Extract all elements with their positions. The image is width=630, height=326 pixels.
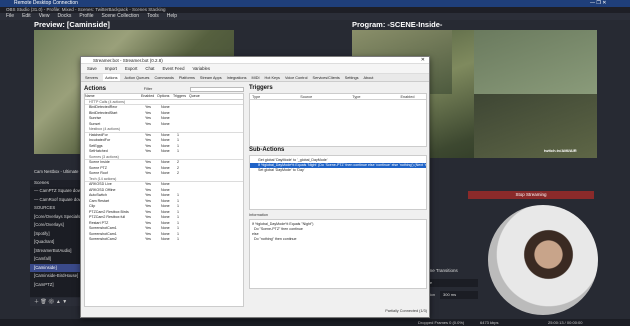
menu-edit[interactable]: Edit [22, 13, 31, 20]
sb-event-feed-button[interactable]: Event Feed [160, 66, 186, 71]
twitch-overlay-text: twitch.tv/AMI/AIR [544, 148, 577, 153]
tab-platforms[interactable]: Platforms [179, 74, 195, 81]
sb-import-button[interactable]: Import [103, 66, 119, 71]
rdp-title-bar: Remote Desktop Connection [0, 0, 630, 7]
sb-export-button[interactable]: Export [123, 66, 139, 71]
sb-connection-status: Partially Connected (1/3) [385, 309, 427, 313]
menu-tools[interactable]: Tools [147, 13, 159, 20]
duration-field[interactable]: 300 ms [440, 291, 478, 299]
column-header[interactable]: Options [157, 94, 173, 99]
action-cell [193, 171, 209, 177]
trigger-column-header[interactable]: Enabled [401, 94, 415, 99]
action-row[interactable]: ScreenshotCam2 Yes None 1 [85, 237, 243, 243]
tab-action-queues[interactable]: Action Queues [125, 74, 150, 81]
camera-label[interactable]: Cam Nestbox - Ultimate [34, 167, 79, 176]
actions-title: Actions [84, 86, 107, 92]
actions-pane: Actions Filter Name Enabled Options Trigger… [84, 85, 244, 310]
window-controls[interactable]: — ❐ ✕ [590, 0, 606, 6]
bitrate: 6473 kbps [480, 320, 499, 325]
tab-settings[interactable]: Settings [345, 74, 359, 81]
action-cell [193, 237, 209, 243]
streamerbot-window: Streamer.bot - Streamer.bot (0.2.8) ✕ Sa… [80, 56, 430, 318]
sub-actions-list: Get global 'DayMode' to '_global_DayMode… [249, 155, 427, 210]
action-cell [193, 149, 209, 155]
tab-stream-apps[interactable]: Stream Apps [200, 74, 222, 81]
column-header[interactable]: Enabled [141, 94, 157, 99]
action-cell: 1 [177, 237, 179, 241]
menu-profile[interactable]: Profile [79, 13, 93, 20]
action-cell: None [161, 171, 170, 175]
program-title: Program: -SCENE-Inside- [352, 20, 443, 29]
trigger-column-header[interactable]: Type [352, 94, 360, 99]
sb-variables-button[interactable]: Variables [190, 66, 212, 71]
menu-file[interactable]: File [6, 13, 14, 20]
action-cell [177, 122, 193, 128]
preview-title: Preview: [Caminside] [34, 20, 110, 29]
tab-actions[interactable]: Actions [103, 74, 120, 81]
action-cell: SetHatched [89, 149, 108, 153]
trigger-column-header[interactable]: Type [252, 94, 260, 99]
column-header[interactable]: Queue [189, 94, 205, 99]
sb-chat-button[interactable]: Chat [143, 66, 156, 71]
status-bar: Dropped Frames 0 (0.0%) 6473 kbps 25:00:… [0, 319, 630, 326]
action-cell: Yes [145, 237, 151, 241]
sb-save-button[interactable]: Save [85, 66, 99, 71]
filter-input[interactable] [189, 86, 244, 92]
column-header[interactable]: Name [85, 94, 141, 99]
information-text: If %global_DayMode% Equals "Night") Do "… [249, 219, 427, 289]
sb-close-icon[interactable]: ✕ [421, 57, 425, 64]
action-cell: Yes [145, 149, 151, 153]
triggers-title: Triggers [249, 85, 273, 91]
filter-label: Filter [143, 87, 153, 91]
menu-view[interactable]: View [39, 13, 50, 20]
triggers-grid-header: Type Source Type Enabled [250, 94, 426, 100]
tab-about[interactable]: About [364, 74, 374, 81]
action-cell: 2 [177, 171, 179, 175]
action-cell [193, 122, 209, 128]
rdp-title: Remote Desktop Connection [14, 0, 78, 6]
stream-time: 25:00:13 / 00:00:00 [548, 320, 583, 325]
action-cell: Yes [145, 121, 151, 126]
dropped-frames: Dropped Frames 0 (0.0%) [418, 320, 465, 325]
program-cam-2 [474, 30, 597, 94]
tab-servers[interactable]: Servers [85, 74, 98, 81]
tab-commands[interactable]: Commands [154, 74, 173, 81]
program-cam-3 [474, 94, 597, 158]
menu-scene-collection[interactable]: Scene Collection [102, 13, 140, 20]
action-cell: Yes [145, 171, 151, 175]
triggers-grid[interactable]: Type Source Type Enabled [249, 93, 427, 147]
sb-title-bar: Streamer.bot - Streamer.bot (0.2.8) ✕ [81, 57, 429, 64]
column-header[interactable]: Triggers [173, 94, 189, 99]
tab-midi[interactable]: MIDI [252, 74, 260, 81]
webcam-overlay [488, 205, 598, 315]
tab-services-clients[interactable]: Services/Clients [313, 74, 340, 81]
action-cell: None [161, 121, 170, 126]
action-cell: None [161, 149, 170, 153]
sb-tabs: Servers Actions Action Queues Commands Platf… [81, 74, 429, 82]
information-pane: Information If %global_DayMode% Equals "… [249, 213, 427, 293]
action-cell: 1 [177, 149, 179, 153]
obs-menubar: File Edit View Docks Profile Scene Collection… [0, 13, 630, 20]
stop-streaming-button[interactable]: Stop Streaming [468, 191, 594, 199]
tab-hot-keys[interactable]: Hot Keys [265, 74, 280, 81]
sub-action-row[interactable]: Set global 'DayMode' to 'Day' [250, 168, 426, 173]
tab-voice-control[interactable]: Voice Control [285, 74, 308, 81]
tab-integrations[interactable]: Integrations [227, 74, 247, 81]
sb-toolbar: Save Import Export Chat Event Feed Variables [81, 64, 429, 74]
sb-title: Streamer.bot - Streamer.bot (0.2.8) [93, 58, 163, 63]
triggers-pane: Triggers Type Source Type Enabled [249, 85, 427, 148]
sub-actions-title: Sub-Actions [249, 147, 285, 153]
trigger-column-header[interactable]: Source [300, 94, 312, 99]
action-cell: ScreenshotCam2 [89, 237, 117, 241]
action-cell: Scene Roof [89, 171, 108, 175]
actions-grid: Name Enabled Options Triggers Queue HTTP Cal… [84, 93, 244, 307]
sub-actions-pane: Sub-Actions Get global 'DayMode' to '_gl… [249, 147, 427, 211]
menu-help[interactable]: Help [167, 13, 177, 20]
menu-docks[interactable]: Docks [57, 13, 71, 20]
action-cell: None [161, 237, 170, 241]
